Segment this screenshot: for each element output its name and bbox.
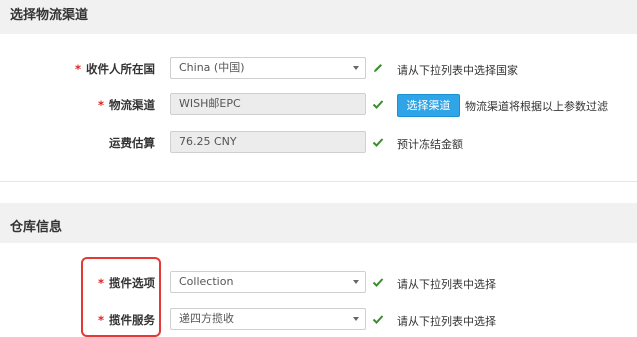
logistics-section-title: 选择物流渠道 xyxy=(10,8,89,23)
chevron-down-icon xyxy=(353,317,359,321)
chevron-down-icon xyxy=(353,280,359,284)
fee-field-value: 76.25 CNY xyxy=(179,135,237,148)
channel-label-text: 物流渠道 xyxy=(109,98,155,112)
fee-hint: 预计冻结金额 xyxy=(397,138,463,151)
pickup-service-hint: 请从下拉列表中选择 xyxy=(397,315,496,328)
fee-label-text: 运费估算 xyxy=(109,136,155,150)
country-hint: 请从下拉列表中选择国家 xyxy=(397,64,518,77)
channel-field: WISH邮EPC xyxy=(170,93,366,115)
section-divider xyxy=(0,181,637,182)
fee-label: 运费估算 xyxy=(109,135,155,151)
channel-hint: 物流渠道将根据以上参数过滤 xyxy=(465,100,608,113)
logistics-section-header: 选择物流渠道 xyxy=(0,0,637,34)
fee-field: 76.25 CNY xyxy=(170,131,366,153)
pickup-service-select[interactable]: 递四方揽收 xyxy=(170,308,366,330)
pickup-service-value: 递四方揽收 xyxy=(179,312,234,325)
pencil-icon[interactable] xyxy=(372,62,384,74)
check-icon xyxy=(372,138,384,147)
check-icon xyxy=(372,278,384,287)
select-channel-button[interactable]: 选择渠道 xyxy=(397,94,460,117)
country-select-value: China (中国) xyxy=(179,61,245,74)
check-icon xyxy=(372,315,384,324)
annotation-highlight-box xyxy=(81,257,161,337)
chevron-down-icon xyxy=(353,66,359,70)
required-mark: * xyxy=(97,98,104,112)
channel-label: * 物流渠道 xyxy=(98,97,155,113)
warehouse-section-header: 仓库信息 xyxy=(0,203,637,243)
required-mark: * xyxy=(74,62,81,76)
pickup-option-value: Collection xyxy=(179,275,234,288)
country-label-text: 收件人所在国 xyxy=(86,62,155,76)
warehouse-section-title: 仓库信息 xyxy=(10,220,63,235)
pickup-option-select[interactable]: Collection xyxy=(170,271,366,293)
country-label: * 收件人所在国 xyxy=(75,61,155,77)
check-icon xyxy=(372,100,384,109)
channel-field-value: WISH邮EPC xyxy=(179,97,241,110)
country-select[interactable]: China (中国) xyxy=(170,57,366,79)
pickup-option-hint: 请从下拉列表中选择 xyxy=(397,278,496,291)
